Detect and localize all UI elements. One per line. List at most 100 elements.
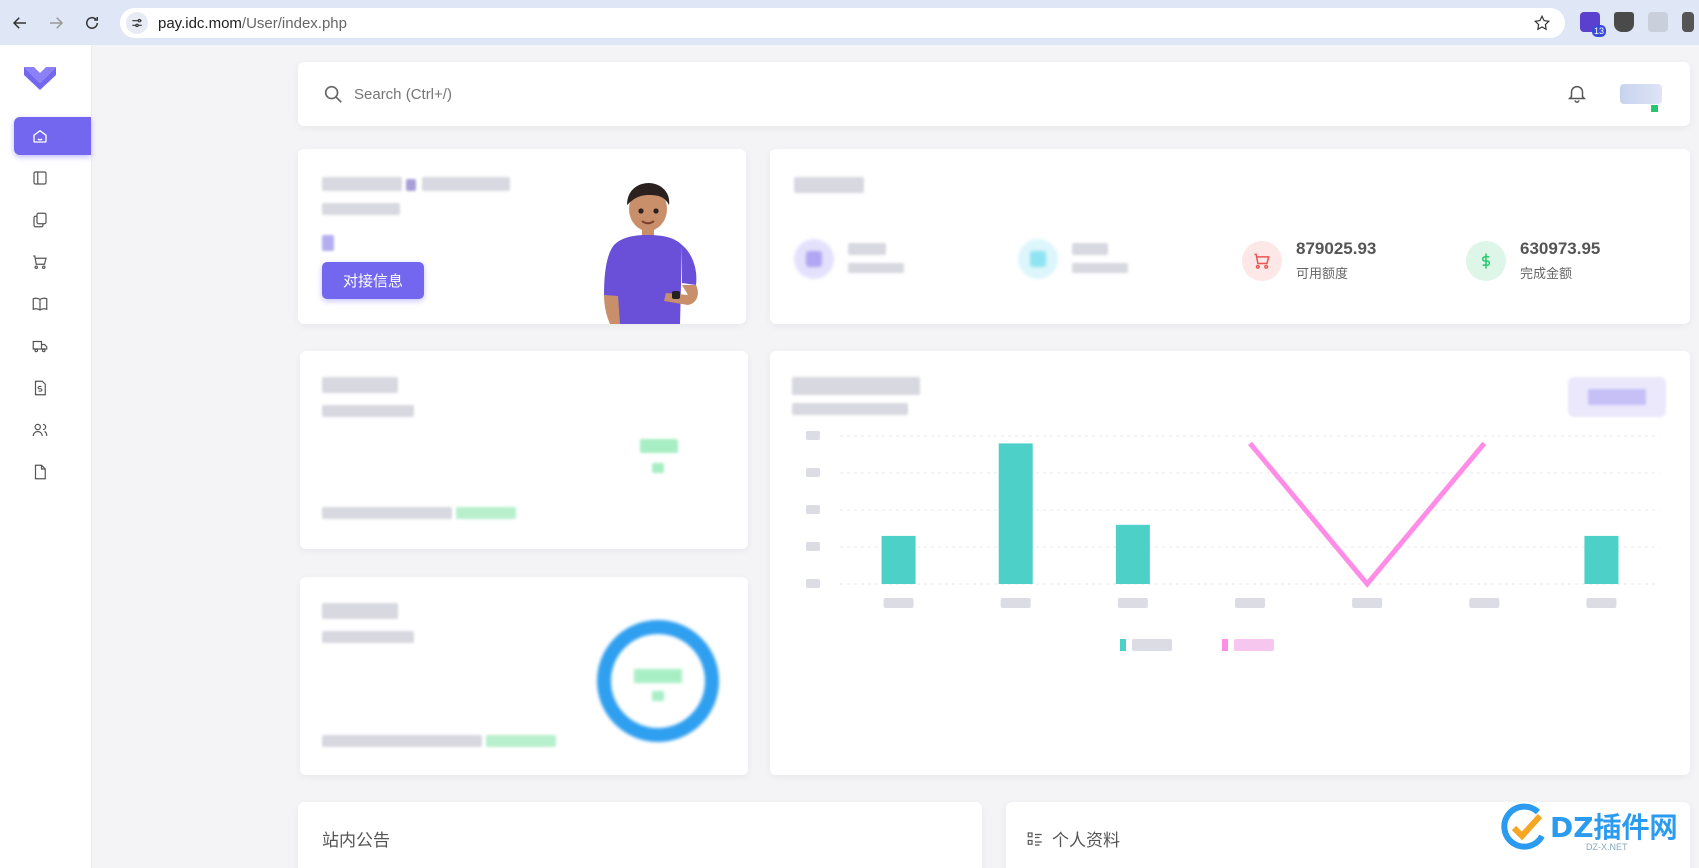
sidebar-item-users[interactable] xyxy=(14,411,91,449)
online-status-dot xyxy=(1651,105,1658,112)
stat-available-credit: 879025.93 可用额度 xyxy=(1242,239,1376,282)
blurred-card-footer xyxy=(322,507,452,519)
blurred-x-tick-label xyxy=(1235,598,1265,608)
reload-icon xyxy=(86,16,98,29)
blurred-trend-arrow xyxy=(652,463,664,473)
blurred-card-title xyxy=(322,377,398,393)
layout-icon xyxy=(33,171,47,185)
notice-title: 站内公告 xyxy=(322,831,390,851)
brand-logo[interactable] xyxy=(22,63,58,91)
sidebar-item-file[interactable] xyxy=(14,453,91,491)
legend-marker xyxy=(1222,639,1228,651)
url-text: pay.idc.mom/User/index.php xyxy=(158,14,347,32)
bar-line-chart xyxy=(806,431,1660,651)
back-button[interactable] xyxy=(4,7,36,39)
forward-button[interactable] xyxy=(40,7,72,39)
extension-screen-icon[interactable] xyxy=(1648,12,1668,32)
cart-icon xyxy=(33,255,47,270)
sidebar-item-book[interactable] xyxy=(14,285,91,323)
blurred-stat-icon xyxy=(1018,239,1058,279)
blurred-card-footer-value xyxy=(456,507,516,519)
blurred-card-title xyxy=(322,603,398,619)
connect-info-button[interactable]: 对接信息 xyxy=(322,262,424,299)
blurred-legend-label xyxy=(1234,639,1274,651)
blurred-legend-label xyxy=(1132,639,1172,651)
sidebar-item-invoice[interactable] xyxy=(14,369,91,407)
book-icon xyxy=(32,297,48,311)
site-info-icon[interactable] xyxy=(126,12,148,34)
arrow-right-icon xyxy=(50,16,64,29)
notice-card: 站内公告 xyxy=(298,802,982,868)
avatar[interactable] xyxy=(1620,84,1662,112)
sidebar-item-cart[interactable] xyxy=(14,243,91,281)
watermark-text: DZ插件网 xyxy=(1550,811,1678,844)
stat-item-blurred-2 xyxy=(1018,239,1132,279)
legend-marker xyxy=(1120,639,1126,651)
chart-bar xyxy=(1115,524,1150,584)
top-navbar xyxy=(298,62,1690,126)
statistics-card: 879025.93 可用额度 630973.95 完成金额 xyxy=(770,149,1690,324)
sidebar-item-layout[interactable] xyxy=(14,159,91,197)
bell-icon[interactable] xyxy=(1566,82,1588,104)
extension-graduation-icon[interactable]: 13 xyxy=(1580,12,1606,37)
stat-label: 完成金额 xyxy=(1520,267,1573,282)
character-illustration xyxy=(604,183,698,324)
blurred-welcome-text xyxy=(322,177,402,191)
files-icon xyxy=(33,212,47,228)
bookmark-star-icon[interactable] xyxy=(1533,14,1551,32)
blurred-y-tick-label xyxy=(806,468,820,477)
blurred-x-tick-label xyxy=(883,598,914,608)
stat-dollar-circle xyxy=(1466,240,1506,281)
blurred-stats-title xyxy=(794,177,864,193)
stat-completed-amount: 630973.95 完成金额 xyxy=(1466,239,1600,282)
dollar-icon xyxy=(1481,253,1491,268)
users-icon xyxy=(32,423,48,437)
stat-label: 可用额度 xyxy=(1296,267,1349,282)
arrow-left-icon xyxy=(12,16,26,29)
blurred-badge xyxy=(322,235,334,251)
address-bar[interactable]: pay.idc.mom/User/index.php xyxy=(120,8,1565,38)
watermark-check-icon xyxy=(1501,803,1545,850)
list-details-icon xyxy=(1027,832,1042,846)
sidebar-item-home[interactable] xyxy=(14,117,91,155)
home-icon xyxy=(33,129,47,143)
sidebar-item-files[interactable] xyxy=(14,201,91,239)
sidebar xyxy=(0,45,92,868)
blurred-y-tick-label xyxy=(806,431,820,440)
blurred-card-subtitle xyxy=(322,405,414,417)
blurred-card-footer xyxy=(322,735,482,747)
chart-series-line xyxy=(1248,441,1487,588)
blurred-summary-card-2 xyxy=(300,577,748,775)
stat-value: 630973.95 xyxy=(1520,239,1601,258)
blurred-summary-card-1 xyxy=(300,351,748,549)
search-icon[interactable] xyxy=(322,83,344,105)
blurred-welcome-name xyxy=(422,177,510,191)
sidebar-item-truck[interactable] xyxy=(14,327,91,365)
extension-menu-icon[interactable] xyxy=(1682,12,1694,32)
stat-cart-circle xyxy=(1242,240,1282,281)
extension-badge: 13 xyxy=(1591,25,1606,37)
blurred-stat-value xyxy=(848,243,886,255)
extension-shield-icon[interactable] xyxy=(1614,12,1634,32)
blurred-stat-label xyxy=(848,263,904,273)
blurred-stat-icon xyxy=(794,239,834,279)
truck-icon xyxy=(32,340,48,353)
blurred-x-tick-label xyxy=(1469,598,1500,608)
search-input[interactable] xyxy=(354,85,754,103)
blurred-x-tick-label xyxy=(1352,598,1383,608)
chart-bar xyxy=(1584,535,1619,584)
blurred-card-footer-value xyxy=(486,735,556,747)
chart-bar xyxy=(881,535,916,584)
blurred-welcome-emoji xyxy=(406,179,416,191)
invoice-icon xyxy=(34,380,46,396)
blurred-stat-label xyxy=(1072,263,1128,273)
chart-card xyxy=(770,351,1690,775)
chart-bar xyxy=(998,443,1033,584)
blurred-card-subtitle xyxy=(322,631,414,643)
progress-ring xyxy=(597,620,719,742)
blurred-x-tick-label xyxy=(1000,598,1031,608)
browser-toolbar: pay.idc.mom/User/index.php 13 xyxy=(0,0,1699,45)
blurred-welcome-subtitle xyxy=(322,203,400,215)
reload-button[interactable] xyxy=(76,7,108,39)
blurred-trend-value xyxy=(640,439,678,453)
